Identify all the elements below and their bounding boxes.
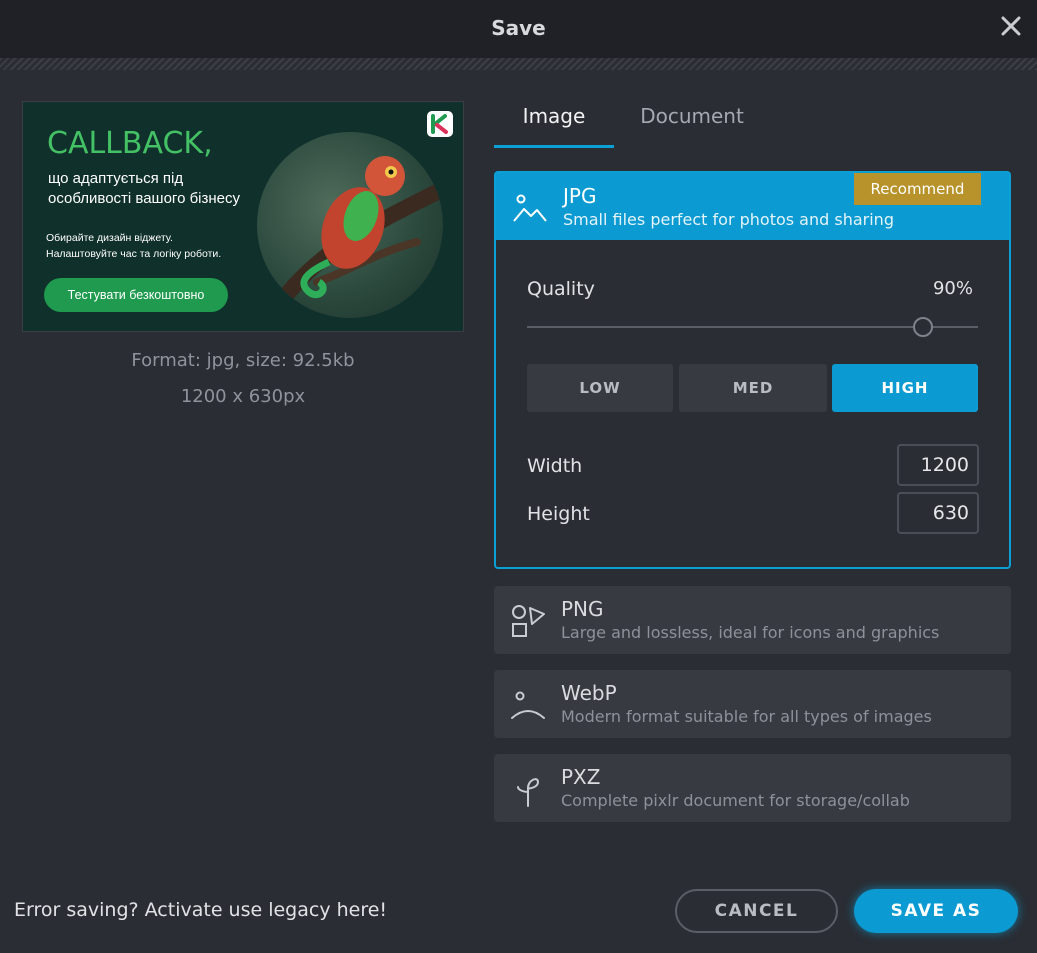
preview-text-line: що адаптується під [48, 170, 184, 187]
format-option-webp[interactable]: WebP Modern format suitable for all type… [494, 670, 1011, 738]
width-label: Width [527, 455, 583, 477]
jpg-options-panel: JPG Small files perfect for photos and s… [494, 171, 1011, 569]
format-description: Small files perfect for photos and shari… [563, 210, 894, 229]
quality-label: Quality [527, 278, 595, 300]
dialog-header: Save [0, 0, 1037, 58]
format-title: WebP [561, 681, 617, 705]
quality-value: 90% [932, 278, 973, 299]
height-input[interactable] [897, 492, 979, 534]
recommend-badge: Recommend [854, 173, 981, 205]
format-option-png[interactable]: PNG Large and lossless, ideal for icons … [494, 586, 1011, 654]
preview-format-info: Format: jpg, size: 92.5kb [131, 350, 355, 371]
save-as-button[interactable]: SAVE AS [854, 889, 1018, 933]
legacy-save-link[interactable]: Error saving? Activate use legacy here! [14, 899, 387, 921]
quality-low-button[interactable]: LOW [527, 364, 673, 412]
image-icon [512, 191, 548, 227]
format-option-pxz[interactable]: PXZ Complete pixlr document for storage/… [494, 754, 1011, 822]
preview-headline: CALLBACK, [47, 126, 213, 161]
tab-image[interactable]: Image [494, 104, 614, 148]
format-description: Modern format suitable for all types of … [561, 707, 932, 726]
format-title: PXZ [561, 765, 601, 789]
quality-slider-track[interactable] [527, 326, 978, 328]
chameleon-illustration [257, 132, 443, 318]
preview-small-text: Обирайте дизайн віджету. [46, 232, 173, 244]
format-title: JPG [563, 184, 597, 208]
format-description: Complete pixlr document for storage/coll… [561, 791, 910, 810]
cancel-button[interactable]: CANCEL [675, 889, 838, 933]
brand-logo [427, 111, 453, 137]
quality-slider-thumb[interactable] [913, 317, 933, 337]
close-icon[interactable] [999, 14, 1023, 38]
height-label: Height [527, 503, 590, 525]
format-option-jpg[interactable]: JPG Small files perfect for photos and s… [496, 173, 1009, 240]
width-input[interactable] [897, 444, 979, 486]
image-preview: CALLBACK, що адаптується під особливості… [22, 101, 464, 332]
preview-text-line: особливості вашого бізнесу [48, 190, 241, 207]
quality-med-button[interactable]: MED [679, 364, 827, 412]
shapes-icon [510, 604, 546, 640]
format-title: PNG [561, 597, 604, 621]
preview-dimensions: 1200 x 630px [180, 386, 306, 407]
header-divider [0, 58, 1037, 70]
preview-cta-button: Тестувати безкоштовно [44, 278, 228, 312]
pxz-icon [510, 772, 546, 808]
tab-document[interactable]: Document [622, 104, 762, 148]
webp-icon [510, 688, 546, 724]
dialog-title: Save [491, 16, 546, 40]
quality-high-button[interactable]: HIGH [832, 364, 978, 412]
format-description: Large and lossless, ideal for icons and … [561, 623, 940, 642]
preview-small-text: Налаштовуйте час та логіку роботи. [46, 248, 222, 260]
